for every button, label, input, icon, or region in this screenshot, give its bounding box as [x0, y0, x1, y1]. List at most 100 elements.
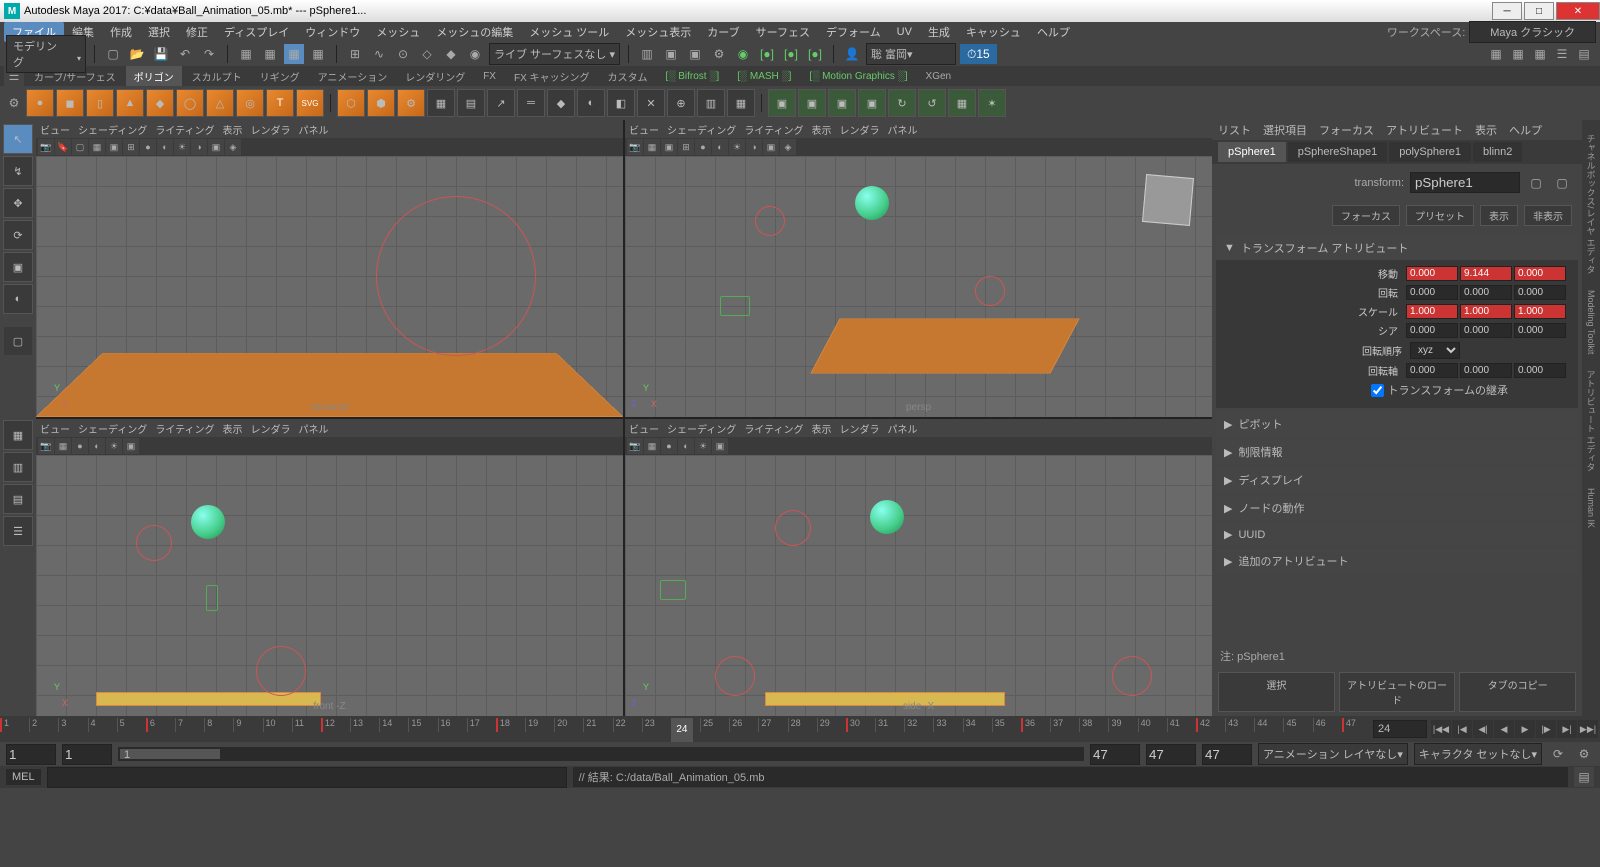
shaded-icon[interactable]: ● [140, 139, 156, 155]
shaded-icon[interactable]: ● [661, 438, 677, 454]
wireframe-icon[interactable]: ⊞ [678, 139, 694, 155]
rtab-channelbox[interactable]: チャネルボックス/レイヤ エディタ [1583, 128, 1600, 280]
fps-indicator[interactable]: ⏱ 15 [960, 44, 997, 64]
poly-svg-icon[interactable]: SVG [296, 89, 324, 117]
step-back-key-button[interactable]: |◀ [1452, 720, 1472, 738]
ae-menu-selected[interactable]: 選択項目 [1263, 122, 1307, 138]
vp-menu-show[interactable]: 表示 [812, 122, 832, 137]
vp-menu-renderer[interactable]: レンダラ [840, 122, 880, 137]
timeline-tick[interactable]: 13 [350, 718, 363, 732]
script-lang-dropdown[interactable]: MEL [6, 769, 41, 785]
menuset-dropdown[interactable]: モデリング [6, 35, 86, 73]
load-attr-button[interactable]: アトリビュートのロード [1339, 672, 1456, 712]
step-back-button[interactable]: ◀| [1473, 720, 1493, 738]
timeline-tick[interactable]: 15 [408, 718, 421, 732]
psphere1-object[interactable] [191, 505, 225, 539]
vp-menu-renderer[interactable]: レンダラ [251, 122, 291, 137]
poly-plane-icon[interactable]: ◆ [146, 89, 174, 117]
save-scene-icon[interactable]: 💾 [151, 44, 171, 64]
construction-history-icon[interactable]: ▥ [637, 44, 657, 64]
timeline-tick[interactable]: 21 [583, 718, 596, 732]
lasso-tool[interactable]: ↯ [3, 156, 33, 186]
shaded-icon[interactable]: ● [695, 139, 711, 155]
current-frame-field[interactable]: 24 [1373, 720, 1427, 738]
redo-icon[interactable]: ↷ [199, 44, 219, 64]
poly-target-weld-icon[interactable]: ⊕ [667, 89, 695, 117]
timeline-tick[interactable]: 20 [554, 718, 567, 732]
poly-pipe-icon[interactable]: ◎ [236, 89, 264, 117]
grid-icon[interactable]: ▦ [55, 438, 71, 454]
psphere1-object[interactable] [870, 500, 904, 534]
camera-select-icon[interactable]: 📷 [627, 139, 643, 155]
copy-tab-button[interactable]: タブのコピー [1459, 672, 1576, 712]
poly-torus-icon[interactable]: ◯ [176, 89, 204, 117]
timeline-tick[interactable]: 34 [963, 718, 976, 732]
grid-icon[interactable]: ▦ [644, 438, 660, 454]
camera-select-icon[interactable]: 📷 [627, 438, 643, 454]
render-icon[interactable]: ▣ [661, 44, 681, 64]
preset-button[interactable]: プリセット [1406, 205, 1474, 226]
scale-x-field[interactable] [1406, 304, 1458, 319]
axis-z-field[interactable] [1514, 363, 1566, 378]
toggle-channel-box-icon[interactable]: ▤ [1574, 44, 1594, 64]
timeline-tick[interactable]: 6 [146, 718, 155, 732]
timeline-tick[interactable]: 40 [1138, 718, 1151, 732]
poly-quad-draw-icon[interactable]: ▦ [727, 89, 755, 117]
viewport-side[interactable]: ビューシェーディングライティング表示レンダラパネル 📷▦●◐☀▣ YZ side… [625, 419, 1212, 716]
grid-icon[interactable]: ▦ [89, 139, 105, 155]
timeline-tick[interactable]: 39 [1108, 718, 1121, 732]
playback-end-field[interactable] [1090, 744, 1140, 765]
shelf-options-icon[interactable]: ⚙ [4, 93, 24, 113]
new-scene-icon[interactable]: ▢ [103, 44, 123, 64]
anim-layer-dropdown[interactable]: アニメーション レイヤなし ▾ [1258, 743, 1408, 765]
transform-name-field[interactable] [1410, 172, 1520, 193]
wireframe-icon[interactable]: ⊞ [123, 139, 139, 155]
timeline-tick[interactable]: 26 [729, 718, 742, 732]
menu-deform[interactable]: デフォーム [818, 22, 889, 42]
layout-outliner-icon[interactable]: ▤ [3, 484, 33, 514]
toggle-modeling-toolkit-icon[interactable]: ▦ [1486, 44, 1506, 64]
toggle-tool-settings-icon[interactable]: ☰ [1552, 44, 1572, 64]
menu-select[interactable]: 選択 [140, 22, 178, 42]
select-mode-icon[interactable]: ▦ [236, 44, 256, 64]
vp-menu-lighting[interactable]: ライティング [744, 421, 803, 436]
grid-icon[interactable]: ▦ [644, 139, 660, 155]
poly-smooth-icon[interactable]: ◐ [577, 89, 605, 117]
ae-tab-polysphere[interactable]: polySphere1 [1389, 142, 1471, 162]
vp-menu-panels[interactable]: パネル [299, 421, 329, 436]
vp-menu-shading[interactable]: シェーディング [78, 421, 147, 436]
timeline-tick[interactable]: 31 [875, 718, 888, 732]
rtab-modeling-toolkit[interactable]: Modeling Toolkit [1584, 284, 1598, 360]
poly-cylinder-icon[interactable]: ▯ [86, 89, 114, 117]
vp-menu-shading[interactable]: シェーディング [78, 122, 147, 137]
timeline-tick[interactable]: 22 [613, 718, 626, 732]
timeline-tick[interactable]: 5 [117, 718, 125, 732]
shear-x-field[interactable] [1406, 323, 1458, 338]
snap-curve-icon[interactable]: ∿ [369, 44, 389, 64]
layout-single-icon[interactable]: ▢ [3, 326, 33, 356]
rtab-humanik[interactable]: Human IK [1584, 482, 1598, 534]
poly-helix-icon[interactable]: ⬢ [367, 89, 395, 117]
step-forward-button[interactable]: |▶ [1536, 720, 1556, 738]
vp-menu-shading[interactable]: シェーディング [667, 122, 736, 137]
select-component-icon[interactable]: ▦ [308, 44, 328, 64]
panel-icon[interactable]: [●] [805, 44, 825, 64]
poly-bridge-icon[interactable]: ═ [517, 89, 545, 117]
timeline-tick[interactable]: 27 [758, 718, 771, 732]
menu-curves[interactable]: カーブ [699, 22, 747, 42]
vp-menu-lighting[interactable]: ライティング [155, 122, 214, 137]
lights-icon[interactable]: ☀ [695, 438, 711, 454]
range-slider-track[interactable]: 1 [118, 747, 1084, 761]
node-editor-icon[interactable]: ↺ [918, 89, 946, 117]
lights-icon[interactable]: ☀ [174, 139, 190, 155]
outliner-icon[interactable]: ▣ [798, 89, 826, 117]
viewport-front[interactable]: ビューシェーディングライティング表示レンダラパネル 📷▦●◐☀▣ YX fron… [36, 419, 623, 716]
viewport-camera1[interactable]: ビュー シェーディング ライティング 表示 レンダラ パネル 📷🔖▢▦▣⊞●◐☀… [36, 120, 623, 417]
inherit-transform-checkbox[interactable] [1371, 384, 1384, 397]
hide-button[interactable]: 非表示 [1524, 205, 1572, 226]
show-button[interactable]: 表示 [1480, 205, 1518, 226]
shelf-tab-mograph[interactable]: [░ Motion Graphics ░] [801, 68, 915, 85]
menu-meshtools[interactable]: メッシュ ツール [521, 22, 617, 42]
snap-live-icon[interactable]: ◆ [441, 44, 461, 64]
extra-attr-section[interactable]: ▶ 追加のアトリビュート [1216, 549, 1578, 573]
